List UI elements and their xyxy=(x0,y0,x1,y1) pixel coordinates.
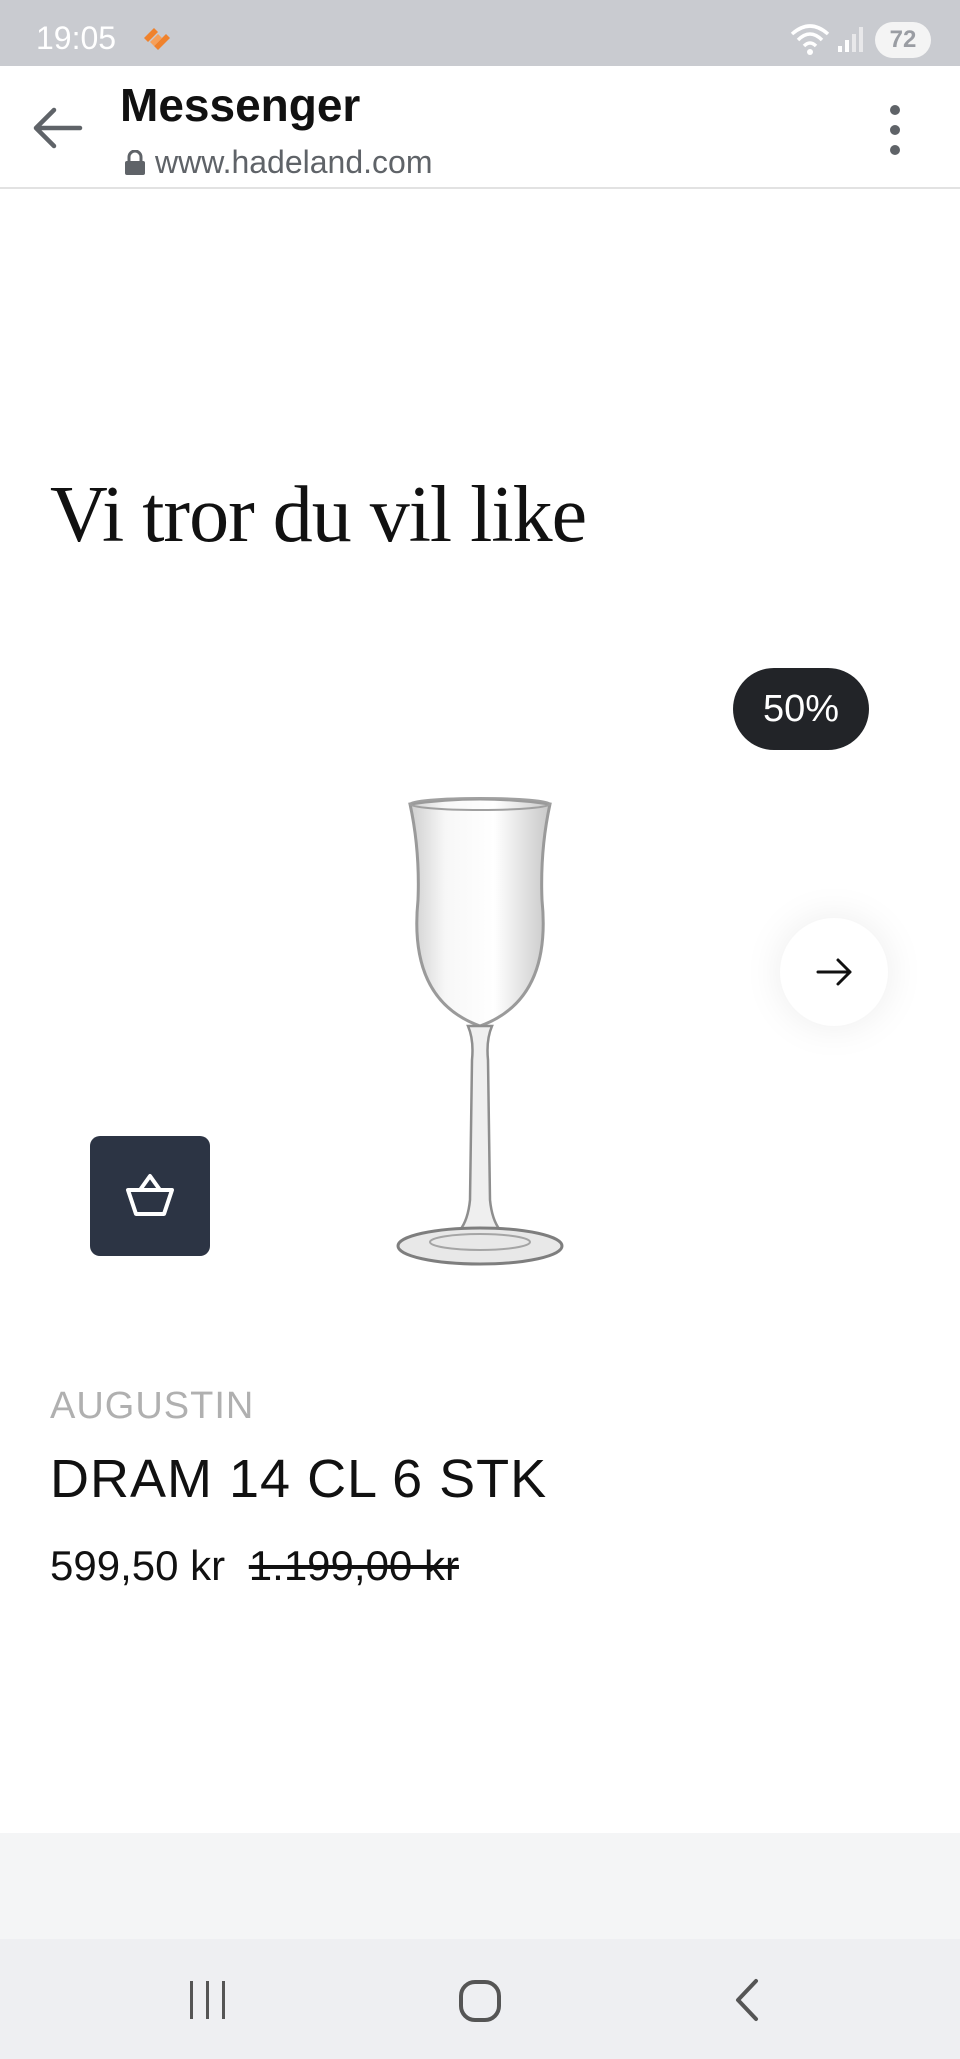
back-icon[interactable] xyxy=(732,1977,762,2028)
carousel-next-button[interactable] xyxy=(780,918,888,1026)
recent-apps-icon[interactable] xyxy=(186,1979,230,2026)
product-brand: AUGUSTIN xyxy=(50,1385,255,1427)
signal-icon xyxy=(836,24,864,59)
home-icon[interactable] xyxy=(458,1979,502,2028)
product-name[interactable]: DRAM 14 CL 6 STK xyxy=(50,1448,547,1510)
status-bar: 19:05 72 xyxy=(0,0,960,66)
discount-badge: 50% xyxy=(733,668,869,750)
basket-icon xyxy=(126,1174,174,1216)
page-title: Messenger xyxy=(120,79,361,131)
more-vertical-icon[interactable] xyxy=(878,100,912,160)
wifi-icon xyxy=(790,22,830,61)
navigation-bar xyxy=(0,1939,960,2059)
price-row: 599,50 kr 1.199,00 kr xyxy=(50,1542,459,1590)
back-arrow-icon[interactable] xyxy=(28,98,88,158)
lock-icon xyxy=(124,149,146,181)
section-title: Vi tror du vil like xyxy=(50,471,587,559)
glass-image[interactable] xyxy=(380,790,580,1275)
url-text[interactable]: www.hadeland.com xyxy=(155,144,432,181)
add-to-basket-button[interactable] xyxy=(90,1136,210,1256)
battery-icon: 72 xyxy=(875,22,931,58)
product-old-price: 1.199,00 kr xyxy=(248,1542,459,1589)
app-notification-icon xyxy=(140,24,174,55)
status-time: 19:05 xyxy=(36,20,117,56)
arrow-right-icon xyxy=(816,958,852,986)
browser-top-bar: Messenger www.hadeland.com xyxy=(0,66,960,189)
product-price: 599,50 kr xyxy=(50,1542,226,1589)
footer-band xyxy=(0,1833,960,1939)
